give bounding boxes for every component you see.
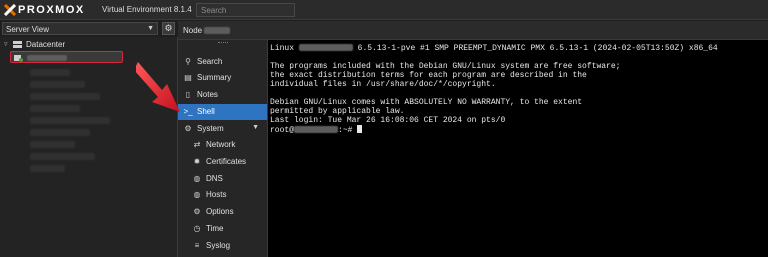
globe-icon: ◍: [193, 190, 201, 199]
collapse-icon[interactable]: ▿: [4, 40, 8, 48]
redacted-hostname: [298, 44, 353, 52]
terminal-cursor: [357, 125, 363, 133]
redacted-tree-item: [30, 117, 110, 124]
server-view-select[interactable]: Server View ▼: [2, 22, 158, 35]
nav-item-network[interactable]: ⇄ Network: [178, 137, 267, 153]
terminal-line: Debian GNU/Linux comes with ABSOLUTELY N…: [270, 98, 583, 107]
terminal-line: the exact distribution terms for each pr…: [270, 71, 587, 80]
nav-item-label: Certificates: [206, 157, 247, 166]
terminal-line: Linux 6.5.13-1-pve #1 SMP PREEMPT_DYNAMI…: [270, 44, 718, 53]
tree-item-label: Datacenter: [26, 40, 66, 49]
nav-item-options[interactable]: ⚙ Options: [178, 204, 267, 220]
globe-icon: ◍: [193, 174, 201, 183]
redacted-hostname: [294, 126, 339, 134]
nav-item-certificates[interactable]: ✹ Certificates: [178, 154, 267, 170]
search-input[interactable]: Search: [196, 3, 295, 17]
chevron-down-icon: ▼: [252, 124, 259, 131]
nav-item-shell[interactable]: >_ Shell: [178, 104, 267, 120]
nav-item-label: Shell: [197, 107, 215, 116]
nav-item-hosts[interactable]: ◍ Hosts: [178, 187, 267, 203]
redacted-tree-item: [30, 105, 80, 112]
summary-icon: ▤: [184, 73, 192, 82]
tree-item-datacenter[interactable]: ▿ Datacenter: [0, 39, 176, 51]
logo-text: PROXMOX: [18, 4, 85, 16]
nav-item-notes[interactable]: ▯ Notes: [178, 87, 267, 103]
proxmox-logo[interactable]: PROXMOX: [4, 3, 85, 17]
node-nav-menu: ⚲ Search ▤ Summary ▯ Notes >_ Shell ⚙ Sy…: [178, 40, 268, 257]
terminal-icon: >_: [183, 107, 193, 116]
nav-item-time[interactable]: ◷ Time: [178, 221, 267, 237]
list-icon: ≡: [194, 241, 200, 250]
nav-item-label: Hosts: [206, 190, 227, 199]
proxmox-x-icon: [4, 4, 16, 16]
redacted-tree-item: [30, 81, 85, 88]
terminal-line: The programs included with the Debian GN…: [270, 62, 621, 71]
shell-terminal[interactable]: Linux 6.5.13-1-pve #1 SMP PREEMPT_DYNAMI…: [268, 40, 768, 257]
redacted-tree-item: [30, 69, 70, 76]
terminal-line: Last login: Tue Mar 26 16:08:06 CET 2024…: [270, 116, 506, 125]
product-version: Virtual Environment 8.1.4: [102, 5, 192, 14]
redacted-tree-item: [30, 129, 90, 136]
nav-item-label: Summary: [197, 73, 232, 82]
top-bar: PROXMOX Virtual Environment 8.1.4 Search: [0, 0, 768, 20]
gear-icon: ⚙: [184, 124, 192, 133]
tree-item-node[interactable]: [10, 51, 123, 63]
redacted-tree-item: [30, 153, 95, 160]
clock-icon: ◷: [193, 224, 201, 233]
drag-handle[interactable]: [218, 42, 228, 44]
chevron-down-icon: ▼: [147, 25, 154, 32]
node-icon: [14, 54, 23, 62]
nav-item-label: Options: [206, 207, 234, 216]
redacted-node-name: [204, 27, 231, 35]
node-title: Node: [183, 26, 231, 35]
annotation-arrow: [136, 62, 180, 112]
nav-item-label: Time: [206, 224, 224, 233]
gear-icon[interactable]: ⚙: [162, 22, 175, 35]
nav-item-search[interactable]: ⚲ Search: [178, 54, 267, 70]
terminal-prompt: root@:~#: [270, 125, 766, 135]
terminal-line: individual files in /usr/share/doc/*/cop…: [270, 80, 496, 89]
notes-icon: ▯: [185, 90, 191, 99]
certificate-icon: ✹: [193, 157, 201, 166]
nav-item-label: Search: [197, 57, 223, 66]
redacted-tree-item: [30, 93, 100, 100]
datacenter-icon: [13, 41, 22, 49]
nav-item-label: Network: [206, 140, 236, 149]
nav-item-dns[interactable]: ◍ DNS: [178, 171, 267, 187]
nav-item-summary[interactable]: ▤ Summary: [178, 70, 267, 86]
network-icon: ⇄: [193, 140, 201, 149]
content-header: Node: [178, 21, 768, 40]
gear-icon: ⚙: [193, 207, 201, 216]
nav-item-label: System: [197, 124, 224, 133]
nav-item-label: DNS: [206, 174, 223, 183]
nav-item-label: Notes: [197, 90, 218, 99]
nav-item-label: Syslog: [206, 241, 231, 250]
nav-item-syslog[interactable]: ≡ Syslog: [178, 238, 267, 254]
nav-item-system[interactable]: ⚙ System ▼: [178, 121, 267, 137]
redacted-tree-item: [30, 165, 65, 172]
node-title-label: Node: [183, 26, 203, 35]
server-view-label: Server View: [6, 25, 49, 34]
redacted-node-name: [27, 55, 67, 61]
redacted-tree-item: [30, 141, 75, 148]
terminal-line: permitted by applicable law.: [270, 107, 405, 116]
search-icon: ⚲: [185, 57, 191, 66]
